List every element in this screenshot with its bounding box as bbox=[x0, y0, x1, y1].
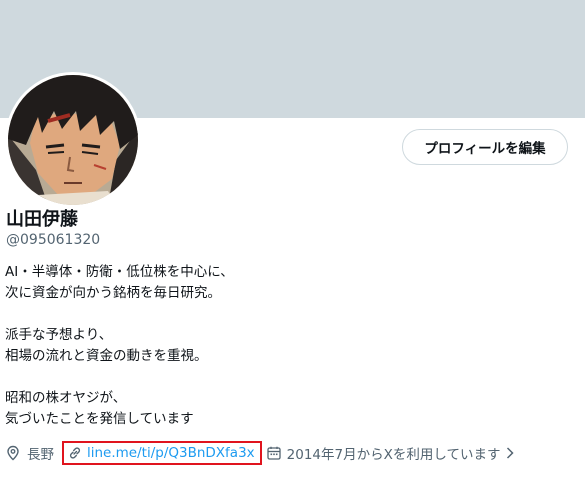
profile-name: 山田伊藤 bbox=[6, 209, 78, 230]
bio-line: 相場の流れと資金の動きを重視。 bbox=[5, 348, 208, 364]
chevron-right-icon[interactable] bbox=[505, 446, 515, 460]
bio-line: 派手な予想より、 bbox=[5, 327, 113, 343]
profile-avatar[interactable] bbox=[5, 72, 141, 208]
profile-link[interactable]: line.me/ti/p/Q3BnDXfa3x bbox=[87, 445, 255, 461]
profile-meta: 長野 line.me/ti/p/Q3BnDXfa3x 2014年7月からXを利用… bbox=[5, 440, 515, 466]
bio-line: 気づいたことを発信しています bbox=[5, 411, 194, 427]
location-text: 長野 bbox=[27, 447, 54, 463]
bio-line: 次に資金が向かう銘柄を毎日研究。 bbox=[5, 285, 221, 301]
location-pin-icon bbox=[7, 445, 19, 461]
profile-joined: 2014年7月からXを利用しています bbox=[266, 443, 516, 463]
joined-text: 2014年7月からXを利用しています bbox=[286, 447, 501, 463]
edit-profile-button[interactable]: プロフィールを編集 bbox=[402, 129, 568, 165]
profile-location: 長野 bbox=[5, 443, 54, 463]
avatar-image bbox=[8, 75, 138, 205]
bio-line: 昭和の株オヤジが、 bbox=[5, 390, 127, 406]
link-icon bbox=[69, 447, 81, 459]
profile-link-highlight: line.me/ti/p/Q3BnDXfa3x bbox=[62, 441, 262, 465]
bio-line: AI・半導体・防衛・低位株を中心に、 bbox=[5, 264, 234, 280]
profile-bio: AI・半導体・防衛・低位株を中心に、 次に資金が向かう銘柄を毎日研究。 派手な予… bbox=[5, 262, 234, 430]
calendar-icon bbox=[267, 446, 281, 460]
profile-handle: @095061320 bbox=[6, 232, 101, 248]
bio-line bbox=[5, 367, 234, 388]
bio-line bbox=[5, 304, 234, 325]
